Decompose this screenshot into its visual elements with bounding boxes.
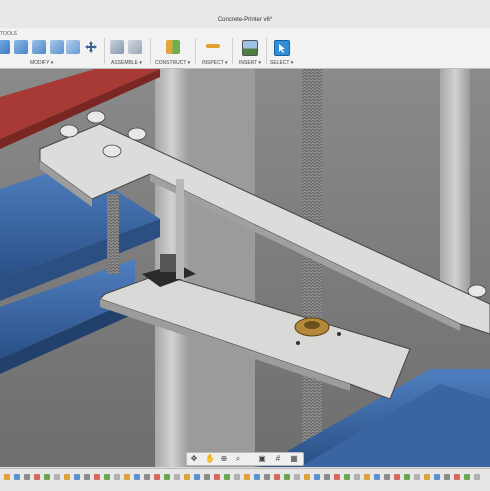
timeline-feature-icon[interactable] <box>224 474 230 480</box>
offset-plane-icon[interactable] <box>166 40 180 54</box>
timeline-feature-icon[interactable] <box>294 474 300 480</box>
timeline-feature-icon[interactable] <box>204 474 210 480</box>
insert-menu[interactable]: INSERT ▾ <box>239 60 261 66</box>
zoom-icon[interactable]: ⊕ <box>219 454 229 464</box>
timeline-feature-icon[interactable] <box>4 474 10 480</box>
threaded-rod <box>302 69 322 467</box>
new-component-icon[interactable] <box>110 40 124 54</box>
timeline-feature-icon[interactable] <box>454 474 460 480</box>
timeline-feature-icon[interactable] <box>174 474 180 480</box>
toolbar: TOOLS MODIFY ▾ ASSEMBLE ▾ CONSTRUCT ▾ IN… <box>0 28 490 69</box>
measure-icon[interactable] <box>206 44 220 48</box>
pan-icon[interactable]: ✋ <box>205 454 215 464</box>
timeline-feature-icon[interactable] <box>214 474 220 480</box>
timeline[interactable] <box>0 468 490 491</box>
timeline-feature-icon[interactable] <box>64 474 70 480</box>
timeline-feature-icon[interactable] <box>234 474 240 480</box>
select-icon[interactable] <box>274 40 290 56</box>
timeline-feature-icon[interactable] <box>304 474 310 480</box>
fit-icon[interactable]: ⌕ <box>233 454 243 464</box>
title-bar: Concrete-Printer v6* <box>0 0 490 29</box>
timeline-feature-icon[interactable] <box>394 474 400 480</box>
move-icon[interactable] <box>84 40 98 54</box>
timeline-feature-icon[interactable] <box>254 474 260 480</box>
joint-icon[interactable] <box>128 40 142 54</box>
timeline-feature-icon[interactable] <box>434 474 440 480</box>
timeline-feature-icon[interactable] <box>134 474 140 480</box>
toolbar-separator <box>232 38 233 64</box>
timeline-feature-icon[interactable] <box>104 474 110 480</box>
timeline-feature-icon[interactable] <box>334 474 340 480</box>
combine-icon[interactable] <box>66 40 80 54</box>
display-settings-icon[interactable]: ▣ <box>257 454 267 464</box>
modify-menu[interactable]: MODIFY ▾ <box>30 60 53 66</box>
chamfer-icon[interactable] <box>32 40 46 54</box>
document-title: Concrete-Printer v6* <box>217 17 273 23</box>
timeline-feature-icon[interactable] <box>344 474 350 480</box>
timeline-feature-icon[interactable] <box>54 474 60 480</box>
timeline-feature-icon[interactable] <box>144 474 150 480</box>
orbit-icon[interactable]: ✥ <box>189 454 199 464</box>
timeline-feature-icon[interactable] <box>384 474 390 480</box>
timeline-feature-icon[interactable] <box>154 474 160 480</box>
timeline-feature-icon[interactable] <box>364 474 370 480</box>
timeline-feature-icon[interactable] <box>274 474 280 480</box>
timeline-feature-icon[interactable] <box>184 474 190 480</box>
timeline-feature-icon[interactable] <box>414 474 420 480</box>
timeline-feature-icon[interactable] <box>284 474 290 480</box>
timeline-feature-icon[interactable] <box>114 474 120 480</box>
timeline-feature-icon[interactable] <box>74 474 80 480</box>
timeline-feature-icon[interactable] <box>24 474 30 480</box>
timeline-feature-icon[interactable] <box>424 474 430 480</box>
timeline-feature-icon[interactable] <box>194 474 200 480</box>
timeline-feature-icon[interactable] <box>374 474 380 480</box>
timeline-feature-icon[interactable] <box>264 474 270 480</box>
toolbar-separator <box>150 38 151 64</box>
timeline-feature-icon[interactable] <box>324 474 330 480</box>
tools-label: TOOLS <box>0 31 17 37</box>
press-pull-icon[interactable] <box>0 40 10 54</box>
construct-menu[interactable]: CONSTRUCT ▾ <box>155 60 190 66</box>
timeline-feature-icon[interactable] <box>244 474 250 480</box>
timeline-feature-icon[interactable] <box>404 474 410 480</box>
toolbar-separator <box>104 38 105 64</box>
inspect-menu[interactable]: INSPECT ▾ <box>202 60 227 66</box>
model-render <box>0 69 490 467</box>
timeline-feature-icon[interactable] <box>124 474 130 480</box>
viewports-icon[interactable]: ▦ <box>289 454 299 464</box>
3d-viewport[interactable] <box>0 69 490 467</box>
vertical-column <box>440 69 470 309</box>
timeline-feature-icon[interactable] <box>44 474 50 480</box>
timeline-feature-icon[interactable] <box>84 474 90 480</box>
timeline-feature-icon[interactable] <box>354 474 360 480</box>
insert-image-icon[interactable] <box>242 40 258 56</box>
fillet-icon[interactable] <box>14 40 28 54</box>
navigation-bar: ✥ ✋ ⊕ ⌕ ▣ # ▦ <box>186 452 304 466</box>
grid-settings-icon[interactable]: # <box>273 454 283 464</box>
shell-icon[interactable] <box>50 40 64 54</box>
toolbar-separator <box>266 38 267 64</box>
timeline-feature-icon[interactable] <box>164 474 170 480</box>
timeline-feature-icon[interactable] <box>474 474 480 480</box>
timeline-feature-icon[interactable] <box>314 474 320 480</box>
assemble-menu[interactable]: ASSEMBLE ▾ <box>111 60 142 66</box>
select-menu[interactable]: SELECT ▾ <box>270 60 293 66</box>
toolbar-separator <box>195 38 196 64</box>
timeline-feature-icon[interactable] <box>14 474 20 480</box>
timeline-feature-icon[interactable] <box>444 474 450 480</box>
timeline-feature-icon[interactable] <box>464 474 470 480</box>
timeline-feature-icon[interactable] <box>94 474 100 480</box>
timeline-feature-icon[interactable] <box>34 474 40 480</box>
